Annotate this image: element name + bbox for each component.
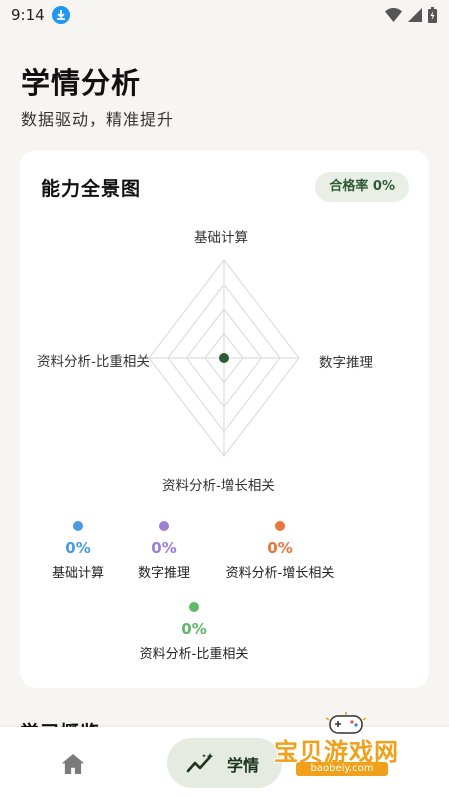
watermark-logo: 宝贝游戏网 baobeiy.com — [272, 710, 422, 780]
radar-center-point — [219, 353, 229, 363]
page-subtitle: 数据驱动，精准提升 — [21, 110, 175, 129]
page-title: 学情分析 — [21, 66, 142, 100]
radar-axis-label-left: 资料分析-比重相关 — [37, 354, 150, 370]
status-time: 9:14 — [11, 6, 45, 24]
legend-name: 资料分析-比重相关 — [139, 647, 249, 662]
legend-dot — [159, 521, 169, 531]
legend-item-proportion: 0% 资料分析-比重相关 — [119, 602, 269, 662]
status-bar: 9:14 — [0, 0, 449, 32]
legend-name: 资料分析-增长相关 — [225, 566, 335, 581]
ability-card: 能力全景图 合格率 0% 基础计算 数字推理 资料分析-增长相关 资料分析-比重… — [20, 150, 429, 688]
legend-value: 0% — [181, 620, 207, 638]
battery-icon — [428, 7, 437, 23]
radar-axis-label-right: 数字推理 — [319, 355, 373, 371]
radar-chart — [148, 259, 300, 457]
legend-item-growth: 0% 资料分析-增长相关 — [205, 521, 355, 581]
legend-dot — [73, 521, 83, 531]
trend-icon — [186, 753, 214, 773]
nav-study-tab[interactable]: 学情 — [167, 738, 282, 788]
download-icon — [52, 6, 70, 24]
nav-home-button[interactable] — [58, 749, 88, 779]
status-icons — [385, 7, 437, 23]
radar-axis-label-bottom: 资料分析-增长相关 — [162, 478, 275, 494]
wifi-icon — [385, 8, 402, 22]
signal-icon — [408, 8, 422, 22]
legend-dot — [275, 521, 285, 531]
home-icon — [61, 754, 85, 774]
legend-value: 0% — [267, 539, 293, 557]
nav-study-label: 学情 — [227, 756, 260, 775]
watermark-url: baobeiy.com — [296, 762, 388, 776]
legend-dot — [189, 602, 199, 612]
radar-axis-label-top: 基础计算 — [194, 230, 248, 246]
